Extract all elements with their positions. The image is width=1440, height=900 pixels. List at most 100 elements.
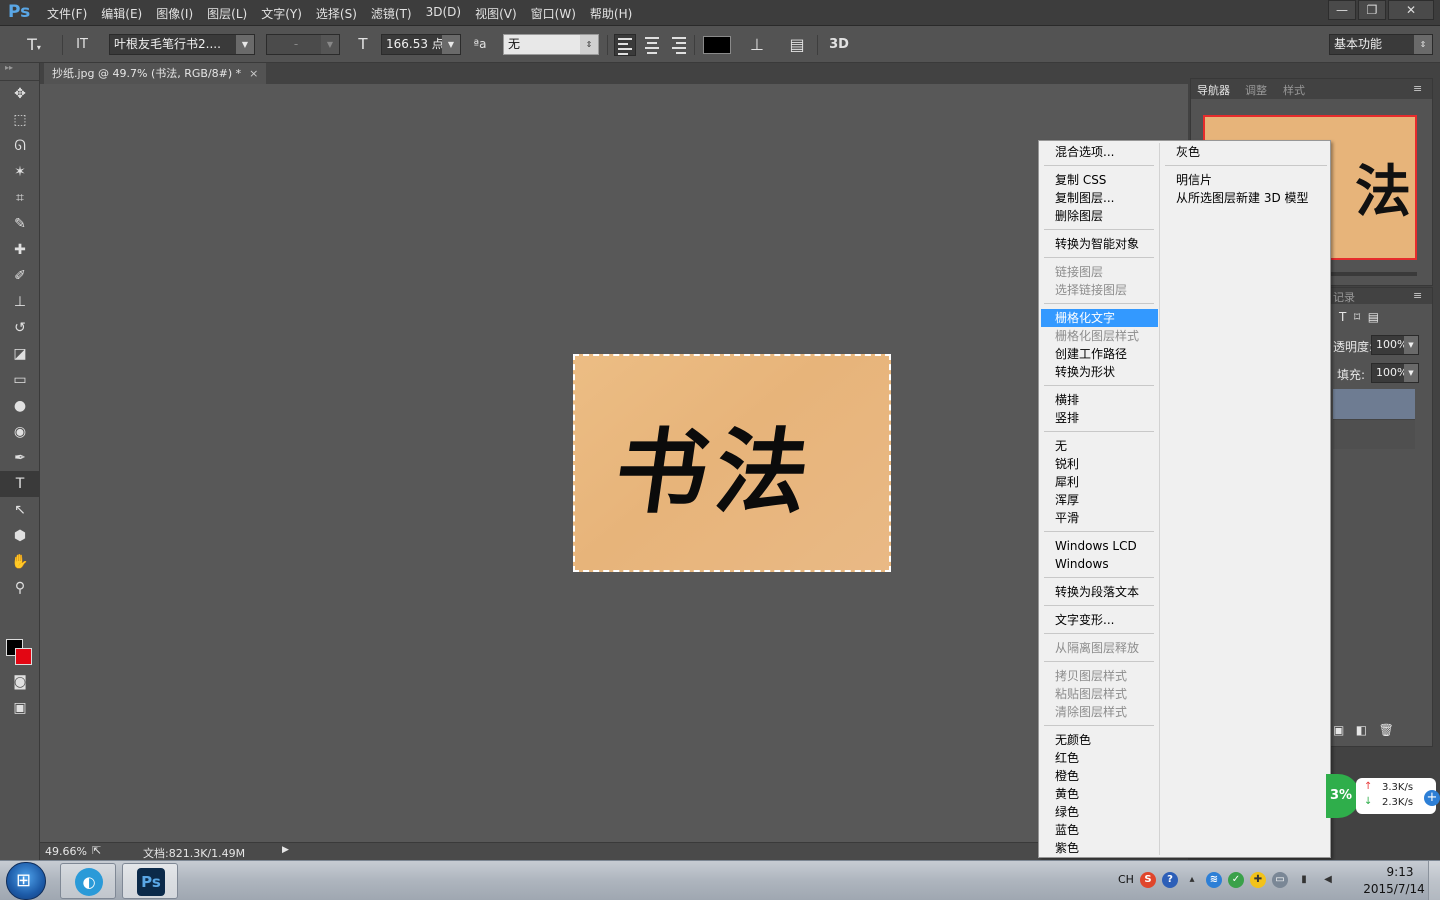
menu-filter[interactable]: 滤镜(T) bbox=[364, 5, 419, 22]
menu-select[interactable]: 选择(S) bbox=[309, 5, 364, 22]
panel-menu-icon[interactable]: ≡ bbox=[1413, 289, 1422, 302]
menu-edit[interactable]: 编辑(E) bbox=[94, 5, 149, 22]
tray-device-icon[interactable]: ▭ bbox=[1272, 872, 1288, 888]
menu-image[interactable]: 图像(I) bbox=[149, 5, 200, 22]
status-menu-arrow[interactable]: ▶ bbox=[282, 845, 289, 855]
menu-item-color-gray[interactable]: 灰色 bbox=[1176, 143, 1200, 161]
align-left-button[interactable] bbox=[614, 34, 636, 56]
menu-item-color-none[interactable]: 无颜色 bbox=[1055, 731, 1091, 749]
menu-item-color-red[interactable]: 红色 bbox=[1055, 749, 1079, 767]
font-size-select[interactable]: 166.53 点 ▼ bbox=[381, 34, 461, 55]
healing-brush-tool-icon[interactable]: ✚ bbox=[0, 237, 40, 263]
clone-stamp-tool-icon[interactable]: ⊥ bbox=[0, 289, 40, 315]
menu-item-aa-smooth[interactable]: 平滑 bbox=[1055, 509, 1079, 527]
dodge-tool-icon[interactable]: ◉ bbox=[0, 419, 40, 445]
menu-item-aa-sharp[interactable]: 锐利 bbox=[1055, 455, 1079, 473]
network-speed-widget[interactable]: 3% ↑ 3.3K/s ↓ 2.3K/s + bbox=[1326, 774, 1440, 818]
crop-tool-icon[interactable]: ⌗ bbox=[0, 185, 40, 211]
marquee-tool-icon[interactable]: ⬚ bbox=[0, 107, 40, 133]
document-image[interactable]: 书法 bbox=[573, 354, 891, 572]
layer-row-selected[interactable] bbox=[1333, 389, 1415, 419]
tab-navigator[interactable]: 导航器 bbox=[1197, 82, 1230, 98]
menu-item-color-green[interactable]: 绿色 bbox=[1055, 803, 1079, 821]
tab-styles[interactable]: 样式 bbox=[1283, 82, 1305, 98]
menu-item-color-blue[interactable]: 蓝色 bbox=[1055, 821, 1079, 839]
network-tray-icon[interactable]: ≋ bbox=[1206, 872, 1222, 888]
signal-icon[interactable]: ▮ bbox=[1296, 872, 1312, 888]
eraser-tool-icon[interactable]: ◪ bbox=[0, 341, 40, 367]
text-color-swatch[interactable] bbox=[703, 36, 731, 54]
clock-time[interactable]: 9:13 bbox=[1370, 865, 1430, 879]
lasso-tool-icon[interactable]: ᘏ bbox=[0, 133, 40, 159]
sogou-icon[interactable]: S bbox=[1140, 872, 1156, 888]
tray-app-icon[interactable]: ✚ bbox=[1250, 872, 1266, 888]
tab-adjustments[interactable]: 调整 bbox=[1245, 82, 1267, 98]
background-color-swatch[interactable] bbox=[15, 648, 32, 665]
canvas-area[interactable]: 书法 bbox=[40, 84, 1188, 842]
menu-item-duplicate-layer[interactable]: 复制图层... bbox=[1055, 189, 1114, 207]
menu-item-aa-strong[interactable]: 浑厚 bbox=[1055, 491, 1079, 509]
menu-item-create-work-path[interactable]: 创建工作路径 bbox=[1055, 345, 1127, 363]
language-indicator[interactable]: CH bbox=[1118, 873, 1134, 886]
taskbar-app-browser[interactable]: ◐ bbox=[60, 863, 116, 899]
menu-item-postcard[interactable]: 明信片 bbox=[1176, 171, 1212, 189]
screen-mode-icon[interactable]: ▣ bbox=[0, 695, 40, 721]
clock-date[interactable]: 2015/7/14 bbox=[1358, 882, 1430, 896]
shape-tool-icon[interactable]: ⬢ bbox=[0, 523, 40, 549]
zoom-level[interactable]: 49.66% bbox=[45, 845, 87, 858]
document-tab[interactable]: 抄纸.jpg @ 49.7% (书法, RGB/8#) * × bbox=[44, 63, 267, 84]
antialias-select[interactable]: 无 ⇕ bbox=[503, 34, 599, 55]
minimize-button[interactable]: — bbox=[1328, 0, 1356, 20]
menu-item-convert-to-shape[interactable]: 转换为形状 bbox=[1055, 363, 1115, 381]
font-family-select[interactable]: 叶根友毛笔行书2.... ▼ bbox=[109, 34, 255, 55]
menu-item-convert-paragraph-text[interactable]: 转换为段落文本 bbox=[1055, 583, 1139, 601]
fill-select[interactable]: 100% ▼ bbox=[1371, 363, 1419, 383]
layer-filter-icons[interactable]: T ⌑ ▤ bbox=[1339, 310, 1379, 324]
history-brush-tool-icon[interactable]: ↺ bbox=[0, 315, 40, 341]
calligraphy-text-layer[interactable]: 书法 bbox=[608, 398, 827, 531]
taskbar-app-photoshop[interactable]: Ps bbox=[122, 863, 178, 899]
menu-file[interactable]: 文件(F) bbox=[40, 5, 94, 22]
export-icon[interactable]: ⇱ bbox=[92, 844, 101, 857]
font-style-select[interactable]: - ▼ bbox=[266, 34, 340, 55]
menu-item-windows-lcd[interactable]: Windows LCD bbox=[1055, 537, 1137, 555]
menu-item-aa-none[interactable]: 无 bbox=[1055, 437, 1067, 455]
menu-item-convert-smart-object[interactable]: 转换为智能对象 bbox=[1055, 235, 1139, 253]
plus-icon[interactable]: + bbox=[1424, 790, 1440, 806]
blur-tool-icon[interactable]: ● bbox=[0, 393, 40, 419]
workspace-select[interactable]: 基本功能 ⇕ bbox=[1329, 34, 1433, 55]
opacity-select[interactable]: 100% ▼ bbox=[1371, 335, 1419, 355]
help-icon[interactable]: ? bbox=[1162, 872, 1178, 888]
menu-view[interactable]: 视图(V) bbox=[468, 5, 524, 22]
zoom-tool-icon[interactable]: ⚲ bbox=[0, 575, 40, 601]
menu-item-color-yellow[interactable]: 黄色 bbox=[1055, 785, 1079, 803]
menu-item-color-orange[interactable]: 橙色 bbox=[1055, 767, 1079, 785]
layer-footer-icons[interactable]: ▣ ◧ 🗑 bbox=[1333, 723, 1415, 745]
menu-item-horizontal[interactable]: 横排 bbox=[1055, 391, 1079, 409]
magic-wand-tool-icon[interactable]: ✶ bbox=[0, 159, 40, 185]
character-panel-icon[interactable]: ▤ bbox=[786, 34, 808, 55]
start-button[interactable]: ⊞ bbox=[6, 862, 46, 900]
menu-help[interactable]: 帮助(H) bbox=[583, 5, 639, 22]
menu-item-delete-layer[interactable]: 删除图层 bbox=[1055, 207, 1103, 225]
menu-item-aa-crisp[interactable]: 犀利 bbox=[1055, 473, 1079, 491]
menu-item-windows[interactable]: Windows bbox=[1055, 555, 1109, 573]
type-tool-preset-icon[interactable]: T▾ bbox=[20, 34, 48, 55]
align-center-button[interactable] bbox=[641, 34, 663, 56]
menu-item-vertical[interactable]: 竖排 bbox=[1055, 409, 1079, 427]
menu-item-warp-text[interactable]: 文字变形... bbox=[1055, 611, 1114, 629]
eyedropper-tool-icon[interactable]: ✎ bbox=[0, 211, 40, 237]
text-orientation-icon[interactable]: IT bbox=[70, 34, 94, 55]
security-shield-icon[interactable]: ✓ bbox=[1228, 872, 1244, 888]
close-tab-icon[interactable]: × bbox=[249, 67, 258, 80]
toolbox-grip[interactable]: ▸▸ bbox=[0, 63, 39, 81]
menu-layer[interactable]: 图层(L) bbox=[200, 5, 254, 22]
close-window-button[interactable]: ✕ bbox=[1388, 0, 1434, 20]
brush-tool-icon[interactable]: ✐ bbox=[0, 263, 40, 289]
hand-tool-icon[interactable]: ✋ bbox=[0, 549, 40, 575]
tray-expand-icon[interactable]: ▴ bbox=[1184, 872, 1200, 888]
restore-button[interactable]: ❐ bbox=[1358, 0, 1386, 20]
volume-icon[interactable]: ◀ bbox=[1320, 872, 1336, 888]
menu-window[interactable]: 窗口(W) bbox=[524, 5, 583, 22]
type-tool-icon[interactable]: T bbox=[0, 471, 40, 497]
